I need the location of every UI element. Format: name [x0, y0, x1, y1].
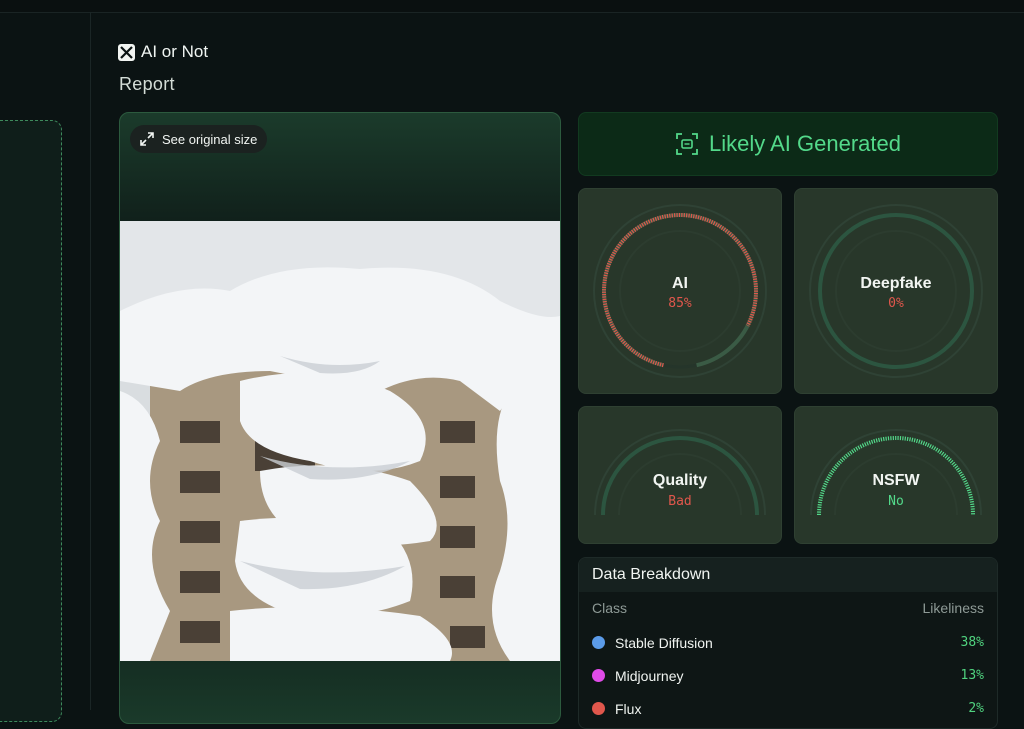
column-likeliness: Likeliness: [922, 600, 984, 616]
class-color-dot: [592, 669, 605, 682]
data-breakdown-panel: Data Breakdown Class Likeliness Stable D…: [578, 557, 998, 729]
class-likeliness: 38%: [960, 635, 984, 650]
data-breakdown-title: Data Breakdown: [579, 558, 997, 592]
page-title: Report: [119, 74, 175, 94]
data-breakdown-columns: Class Likeliness: [579, 600, 997, 616]
expand-icon: [140, 132, 154, 146]
sidebar-divider: [90, 12, 91, 710]
class-name: Midjourney: [615, 667, 684, 684]
uploaded-image: [120, 221, 560, 661]
brand-name: AI or Not: [141, 42, 209, 61]
deepfake-gauge-label: Deepfake: [860, 275, 932, 292]
image-card: See original size: [119, 112, 561, 724]
class-name: Flux: [615, 700, 642, 717]
quality-gauge-label: Quality: [652, 472, 708, 489]
deepfake-gauge-value: 0%: [888, 296, 904, 311]
verdict-label: Likely AI Generated: [708, 131, 901, 156]
breakdown-row: Stable Diffusion 38%: [579, 626, 997, 659]
quality-gauge-value: Bad: [668, 494, 692, 509]
top-bar: [0, 0, 1024, 13]
ai-gauge-label: AI: [672, 275, 688, 292]
scan-icon: [676, 133, 698, 155]
class-name: Stable Diffusion: [615, 634, 713, 651]
breakdown-row: Flux 2%: [579, 692, 997, 725]
ai-gauge-card: AI 85%: [578, 188, 782, 394]
nsfw-gauge-label: NSFW: [872, 472, 920, 489]
class-likeliness: 2%: [968, 701, 984, 716]
see-original-size-label: See original size: [162, 131, 258, 147]
upload-dropzone[interactable]: [0, 120, 62, 722]
nsfw-gauge-value: No: [888, 494, 904, 509]
data-breakdown-rows: Stable Diffusion 38% Midjourney 13% Flux…: [579, 626, 997, 725]
verdict-banner: Likely AI Generated: [578, 112, 998, 176]
brand-logo-icon: [118, 43, 135, 61]
class-color-dot: [592, 702, 605, 715]
quality-gauge-card: Quality Bad: [578, 406, 782, 544]
brand[interactable]: AI or Not: [118, 42, 208, 62]
class-likeliness: 13%: [960, 668, 984, 683]
see-original-size-button[interactable]: See original size: [130, 125, 268, 153]
column-class: Class: [592, 600, 628, 616]
nsfw-gauge-card: NSFW No: [794, 406, 998, 544]
breakdown-row: Midjourney 13%: [579, 659, 997, 692]
ai-gauge-value: 85%: [668, 296, 692, 311]
class-color-dot: [592, 636, 605, 649]
deepfake-gauge-card: Deepfake 0%: [794, 188, 998, 394]
